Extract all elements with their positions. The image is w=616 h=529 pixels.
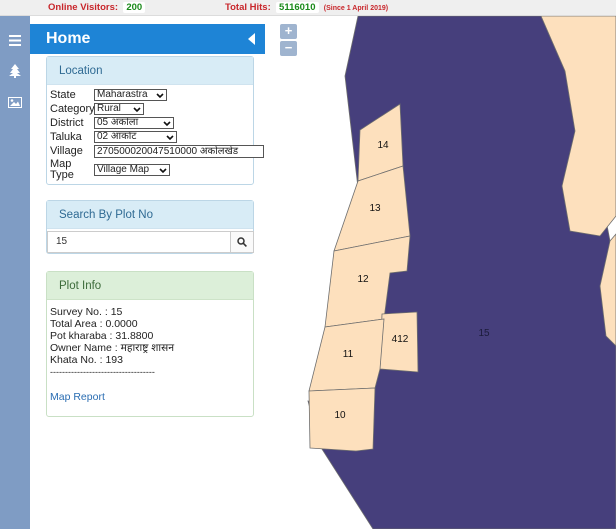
search-button[interactable] [230,231,254,253]
side-panel: Home Location State Maharastra Category … [30,16,270,529]
state-select[interactable]: Maharastra [94,89,167,101]
category-select[interactable]: Rural [94,103,144,115]
district-select[interactable]: 05 अकोला [94,117,174,129]
total-area: Total Area : 0.0000 [50,318,138,330]
separator: ----------------------------------- [50,367,155,377]
chevron-down-icon [162,119,172,128]
panel-title: Home [46,30,91,47]
search-box: Search By Plot No 15 [46,200,254,254]
tree-icon[interactable] [0,59,30,83]
chevron-down-icon [132,105,142,114]
maptype-label: Map Type [50,158,74,181]
village-field[interactable]: 270500020047510000 अकोलखेड [94,145,264,158]
hits-count: 5116010 [276,2,319,13]
zoom-out-button[interactable]: − [280,41,297,56]
pot-kharaba: Pot kharaba : 31.8800 [50,330,154,342]
visitors-label: Online Visitors: [48,2,119,13]
zoom-in-button[interactable]: + [280,24,297,39]
owner-name: Owner Name : महाराष्ट्र शासन [50,342,175,354]
chevron-down-icon [155,91,165,100]
map-canvas[interactable]: 14 13 12 11 412 10 15 [270,16,616,529]
plot-13-label: 13 [369,203,381,214]
collapse-arrow-icon[interactable] [247,33,257,45]
plot-12-label: 12 [357,274,369,285]
plot-11-label: 11 [343,349,354,360]
panel-header: Home [30,24,265,54]
plot-10-label: 10 [334,410,346,421]
menu-icon[interactable] [0,28,30,52]
map-report-link[interactable]: Map Report [50,391,105,403]
hits-since: (Since 1 April 2019) [323,5,389,12]
icon-rail [0,16,30,529]
stats-bar: Online Visitors: 200 Total Hits: 5116010… [0,0,616,16]
district-label: District [50,117,84,129]
location-box: Location State Maharastra Category Rural… [46,56,264,185]
village-label: Village [50,145,83,157]
hits-label: Total Hits: [225,2,271,13]
location-title: Location [47,57,253,85]
visitors-count: 200 [123,2,146,13]
survey-no: Survey No. : 15 [50,306,123,318]
khata-no: Khata No. : 193 [50,354,123,366]
maptype-select[interactable]: Village Map [94,164,170,176]
total-hits: Total Hits: 5116010 (Since 1 April 2019) [225,0,388,17]
search-icon [237,237,247,247]
state-label: State [50,89,76,101]
plot-15-label: 15 [478,328,490,339]
plot-info-box: Plot Info Survey No. : 15 Total Area : 0… [46,271,254,417]
online-visitors: Online Visitors: 200 [48,0,146,16]
plot-412-label: 412 [392,334,409,345]
map-view[interactable]: 14 13 12 11 412 10 15 + − [270,16,616,529]
plot-14-label: 14 [377,140,389,151]
search-title: Search By Plot No [47,201,253,229]
chevron-down-icon [158,166,168,175]
plot-info-title: Plot Info [47,272,253,300]
taluka-label: Taluka [50,131,82,143]
category-label: Category [50,103,95,115]
image-icon[interactable] [0,90,30,114]
chevron-down-icon [165,133,175,142]
plot-search-input[interactable]: 15 [47,231,231,253]
taluka-select[interactable]: 02 आकोट [94,131,177,143]
